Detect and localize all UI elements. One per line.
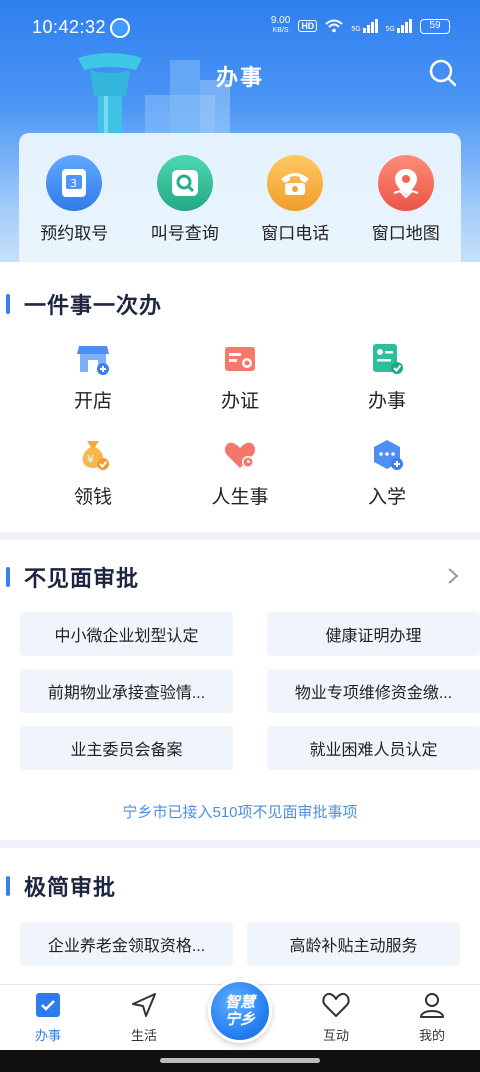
home-indicator[interactable] (160, 1058, 320, 1063)
heart-icon (322, 991, 350, 1019)
center-button-line1: 智慧 (224, 994, 255, 1011)
service-item-open-shop[interactable]: 开店 (33, 342, 153, 413)
status-bar: 10:42:32 9.00 KB/S HD 5G 5G 59 (0, 0, 480, 56)
phone-icon (267, 155, 324, 211)
section-header: 不见面审批 (6, 565, 139, 591)
approval-item[interactable]: 就业困难人员认定 (267, 726, 480, 770)
status-time: 10:42:32 (32, 17, 107, 37)
checklist-icon (373, 344, 403, 374)
svg-text:¥: ¥ (87, 453, 94, 466)
quick-action-queue-query[interactable]: 叫号查询 (130, 133, 241, 262)
approval-item[interactable]: 前期物业承接查验情... (20, 669, 233, 713)
no-meet-approval-section: 不见面审批 中小微企业划型认定 健康证明办理 前期物业承接查验情... 物业专项… (0, 540, 480, 840)
wifi-icon (325, 19, 343, 33)
one-thing-section: 一件事一次办 开店 办证 办事 ¥ 领钱 人生事 入学 (0, 262, 480, 532)
service-item-handle-affairs[interactable]: 办事 (327, 342, 447, 413)
tab-life[interactable]: 生活 (109, 991, 179, 1044)
tab-interact[interactable]: 互动 (301, 991, 371, 1044)
search-screen-icon (156, 155, 213, 211)
checkbox-icon (34, 991, 62, 1019)
signal-1-icon: 5G (351, 19, 378, 33)
heart-calendar-icon (224, 442, 256, 468)
page-title: 办事 (215, 65, 264, 90)
service-item-enroll-school[interactable]: 入学 (327, 438, 447, 509)
section-accent-bar (6, 876, 10, 896)
user-icon (418, 991, 446, 1019)
money-bag-icon: ¥ (82, 441, 109, 470)
notification-app-icon (110, 18, 130, 38)
service-label: 人生事 (211, 487, 269, 508)
certificate-icon (225, 347, 255, 371)
tab-mine[interactable]: 我的 (397, 991, 467, 1044)
net-speed: 9.00 KB/S (270, 15, 291, 35)
approval-item[interactable]: 业主委员会备案 (20, 726, 233, 770)
section-title: 不见面审批 (24, 566, 140, 591)
center-button-line2: 宁乡 (224, 1011, 255, 1028)
service-item-collect-money[interactable]: ¥ 领钱 (33, 438, 153, 509)
smart-ningxiang-button[interactable]: 智慧 宁乡 (208, 979, 272, 1043)
map-pin-icon (377, 155, 434, 211)
simple-approval-item[interactable]: 企业养老金领取资格... (20, 922, 233, 966)
battery-icon: 59 (420, 18, 450, 34)
section-accent-bar (6, 567, 10, 587)
quick-action-label: 预约取号 (40, 224, 109, 243)
shop-icon (77, 346, 109, 375)
section-title: 一件事一次办 (24, 293, 163, 318)
service-item-life-events[interactable]: 人生事 (180, 438, 300, 509)
service-label: 领钱 (73, 487, 112, 508)
service-label: 入学 (367, 487, 406, 508)
svg-text:3: 3 (70, 177, 77, 190)
approval-item[interactable]: 物业专项维修资金缴... (267, 669, 480, 713)
quick-actions: 3 预约取号 叫号查询 窗口电话 窗口地图 (19, 133, 461, 262)
tab-label: 互动 (322, 1028, 349, 1043)
search-icon[interactable] (428, 58, 458, 88)
tab-label: 我的 (418, 1028, 445, 1043)
quick-action-label: 窗口地图 (371, 224, 440, 243)
tab-label: 生活 (130, 1028, 157, 1043)
section-header: 极简审批 (6, 874, 116, 900)
school-icon (374, 440, 403, 470)
quick-action-window-phone[interactable]: 窗口电话 (240, 133, 351, 262)
section-title: 极简审批 (24, 875, 117, 900)
chevron-right-icon[interactable] (446, 568, 460, 584)
quick-action-label: 叫号查询 (150, 224, 219, 243)
simple-approval-section: 极简审批 企业养老金领取资格... 高龄补贴主动服务 (0, 848, 480, 984)
approval-item[interactable]: 中小微企业划型认定 (20, 612, 233, 656)
hd-icon: HD (298, 20, 318, 32)
approval-count-note[interactable]: 宁乡市已接入510项不见面审批事项 (0, 801, 480, 822)
system-nav-bar (0, 1050, 480, 1072)
approval-item[interactable]: 健康证明办理 (267, 612, 480, 656)
quick-action-book-ticket[interactable]: 3 预约取号 (19, 133, 130, 262)
send-arrow-icon (130, 991, 158, 1019)
ticket-icon: 3 (46, 155, 103, 211)
service-label: 开店 (73, 391, 112, 412)
tab-handle-affairs[interactable]: 办事 (13, 991, 83, 1044)
service-label: 办证 (220, 391, 259, 412)
signal-2-icon: 5G (386, 19, 412, 33)
quick-action-label: 窗口电话 (261, 224, 330, 243)
section-accent-bar (6, 294, 10, 314)
service-label: 办事 (367, 391, 406, 412)
service-item-certificate[interactable]: 办证 (180, 342, 300, 413)
simple-approval-item[interactable]: 高龄补贴主动服务 (247, 922, 460, 966)
quick-action-window-map[interactable]: 窗口地图 (351, 133, 462, 262)
section-header: 一件事一次办 (6, 292, 162, 318)
tab-label: 办事 (34, 1028, 61, 1043)
